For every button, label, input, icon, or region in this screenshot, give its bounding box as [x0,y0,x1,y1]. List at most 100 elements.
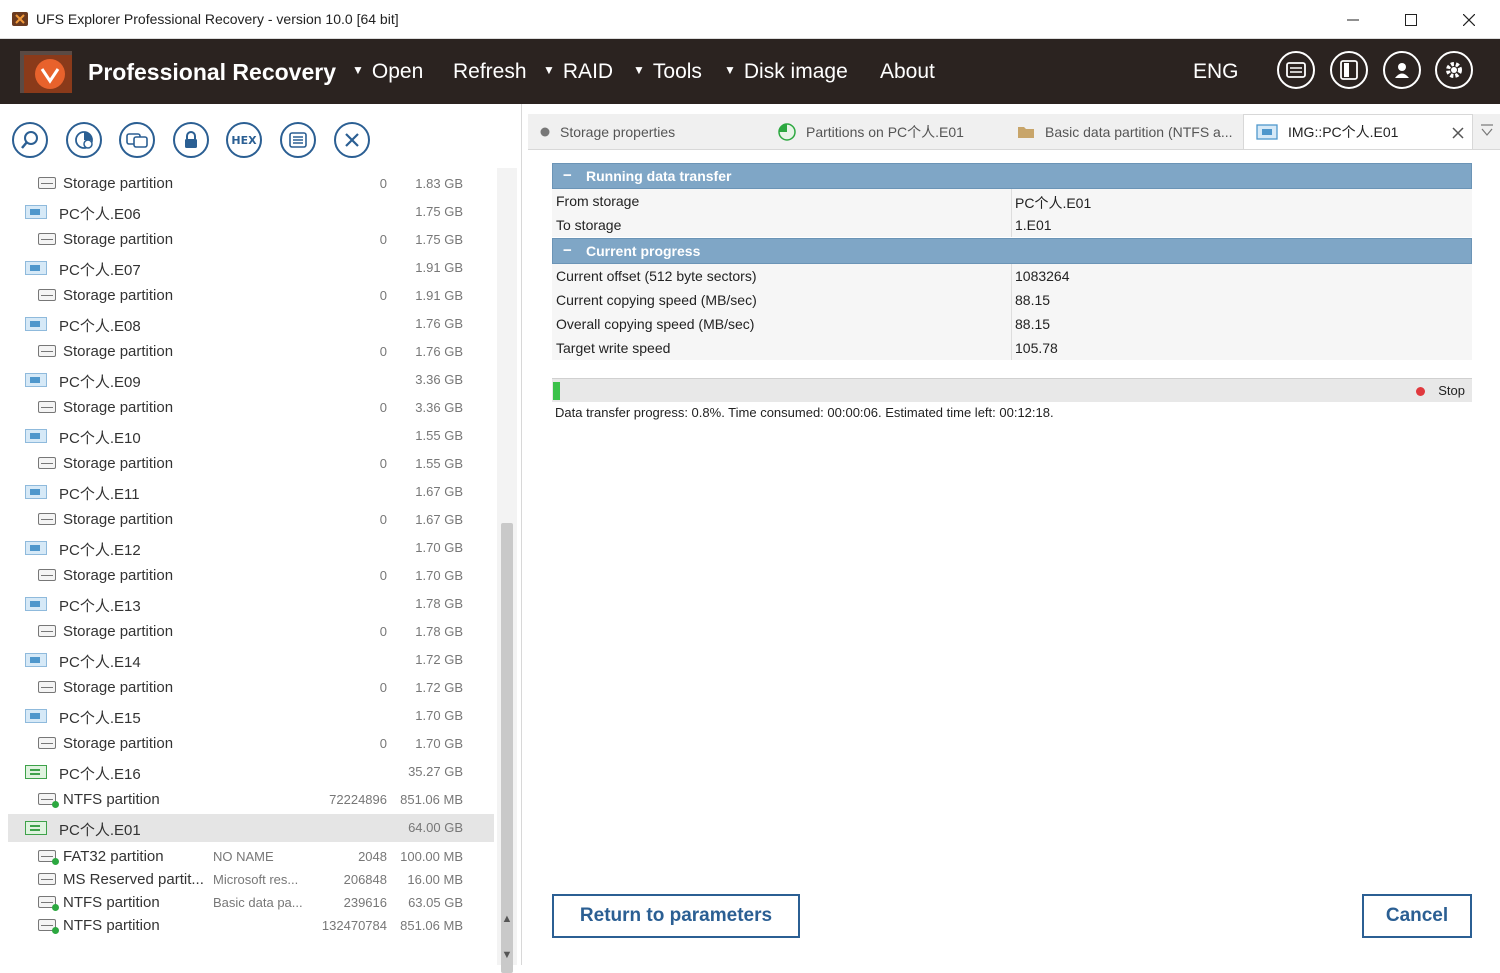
stop-icon[interactable] [1416,387,1425,396]
tree-drive-row[interactable]: PC个人.E08 1.76 GB [8,310,494,338]
tree-item-name: PC个人.E12 [59,542,141,559]
lock-icon [185,131,197,148]
collapse-icon[interactable]: − [563,167,572,184]
tab-storage-properties[interactable]: Storage properties [540,114,675,149]
hex-button[interactable]: HEX [226,122,262,158]
tree-partition-row[interactable]: NTFS partition 132470784 851.06 MB [8,912,494,940]
menu-raid[interactable]: ▼ RAID [543,60,613,84]
tree-partition-row[interactable]: Storage partition 0 1.72 GB [8,674,494,702]
tree-partition-row[interactable]: Storage partition 0 1.76 GB [8,338,494,366]
table-row: To storage 1.E01 [552,213,1472,238]
main-header: Professional Recovery ▼ Open Refresh ▼ RAI… [0,39,1500,104]
close-storage-button[interactable] [334,122,370,158]
tree-drive-row[interactable]: PC个人.E15 1.70 GB [8,702,494,730]
tab-img-pc[interactable]: IMG::PC个人.E01 [1243,114,1473,149]
tree-partition-row[interactable]: Storage partition 0 1.55 GB [8,450,494,478]
table-row: Overall copying speed (MB/sec) 88.15 [552,312,1472,337]
tab-basic-data-partition[interactable]: Basic data partition (NTFS a... [1017,114,1233,149]
minimize-button[interactable] [1324,0,1382,39]
panel-button[interactable] [1330,51,1368,89]
tree-item-name: Storage partition [63,455,174,472]
tree-drive-row[interactable]: PC个人.E12 1.70 GB [8,534,494,562]
tree-item-name: Storage partition [63,175,174,192]
partition-icon [38,919,59,934]
cancel-button[interactable]: Cancel [1362,894,1472,938]
search-button[interactable] [12,122,48,158]
lock-button[interactable] [173,122,209,158]
tree-item-start: 0 [379,344,387,359]
tree-partition-row[interactable]: Storage partition 0 1.83 GB [8,170,494,198]
scroll-down-icon[interactable]: ▼ [500,948,514,962]
scan-button[interactable] [66,122,102,158]
list-button[interactable] [280,122,316,158]
tree-partition-row[interactable]: NTFS partition 72224896 851.06 MB [8,786,494,814]
tree-item-name: Storage partition [63,399,174,416]
tree-item-start: 0 [379,568,387,583]
tree-item-start: 239616 [343,895,387,910]
tree-drive-row[interactable]: PC个人.E09 3.36 GB [8,366,494,394]
section-current-progress[interactable]: − Current progress [552,238,1472,264]
tree-item-name: Storage partition [63,287,174,304]
tree-partition-row[interactable]: Storage partition 0 1.67 GB [8,506,494,534]
return-to-parameters-button[interactable]: Return to parameters [552,894,800,938]
tree-item-name: Storage partition [63,735,174,752]
tree-item-start: 0 [379,512,387,527]
table-row: Target write speed 105.78 [552,336,1472,361]
storage-button[interactable] [1277,51,1315,89]
tree-item-size: 1.67 GB [415,512,463,527]
copy-button[interactable] [119,122,155,158]
collapse-icon[interactable]: − [563,242,572,259]
tree-drive-row[interactable]: PC个人.E10 1.55 GB [8,422,494,450]
scroll-up-icon[interactable]: ▲ [500,912,514,926]
menu-disk-image-label: Disk image [743,60,848,83]
tree-drive-row[interactable]: PC个人.E01 64.00 GB [8,814,494,842]
tree-item-size: 1.78 GB [415,624,463,639]
tree-partition-row[interactable]: Storage partition 0 1.70 GB [8,730,494,758]
close-icon [345,133,359,147]
tree-drive-row[interactable]: PC个人.E11 1.67 GB [8,478,494,506]
tree-drive-row[interactable]: PC个人.E06 1.75 GB [8,198,494,226]
tab-bar: Storage properties Partitions on PC个人.E0… [528,114,1500,150]
tree-item-start: 0 [379,232,387,247]
menu-about[interactable]: About [880,60,935,84]
tree-item-size: 1.55 GB [415,456,463,471]
tree-scrollbar[interactable]: ▲ ▼ [497,168,517,973]
close-tab-icon[interactable] [1452,127,1464,139]
stop-button[interactable]: Stop [1438,383,1465,398]
drive-icon [25,709,47,723]
tree-partition-row[interactable]: Storage partition 0 1.78 GB [8,618,494,646]
tree-drive-row[interactable]: PC个人.E16 35.27 GB [8,758,494,786]
user-button[interactable] [1383,51,1421,89]
close-window-button[interactable] [1440,0,1498,39]
section-running-transfer[interactable]: − Running data transfer [552,163,1472,189]
tab-partitions[interactable]: Partitions on PC个人.E01 [778,114,964,149]
tab-menu-icon[interactable] [1480,123,1494,137]
tree-drive-row[interactable]: PC个人.E14 1.72 GB [8,646,494,674]
menu-tools[interactable]: ▼ Tools [633,60,702,84]
tree-item-size: 100.00 MB [400,849,463,864]
language-selector[interactable]: ENG [1193,60,1239,84]
tree-partition-row[interactable]: Storage partition 0 1.91 GB [8,282,494,310]
tree-partition-row[interactable]: Storage partition 0 1.70 GB [8,562,494,590]
tree-item-size: 35.27 GB [408,764,463,779]
tree-item-name: Storage partition [63,511,174,528]
tree-partition-row[interactable]: Storage partition 0 3.36 GB [8,394,494,422]
tree-item-name: PC个人.E01 [59,822,141,839]
tree-item-name: FAT32 partition [63,848,164,865]
settings-button[interactable] [1435,51,1473,89]
menu-open[interactable]: ▼ Open [352,60,423,84]
partition-icon [38,793,59,808]
tree-item-start: 206848 [343,872,387,887]
tree-item-name: PC个人.E11 [59,486,140,503]
tree-partition-row[interactable]: Storage partition 0 1.75 GB [8,226,494,254]
logo-icon [20,51,72,93]
tree-drive-row[interactable]: PC个人.E07 1.91 GB [8,254,494,282]
tree-item-size: 1.91 GB [415,260,463,275]
tree-drive-row[interactable]: PC个人.E13 1.78 GB [8,590,494,618]
tree-item-label: Microsoft res... [213,872,299,887]
tree-item-name: PC个人.E08 [59,318,141,335]
menu-refresh[interactable]: Refresh [453,60,527,84]
menu-disk-image[interactable]: ▼ Disk image [724,60,848,84]
maximize-button[interactable] [1382,0,1440,39]
scrollbar-thumb[interactable] [501,523,513,973]
